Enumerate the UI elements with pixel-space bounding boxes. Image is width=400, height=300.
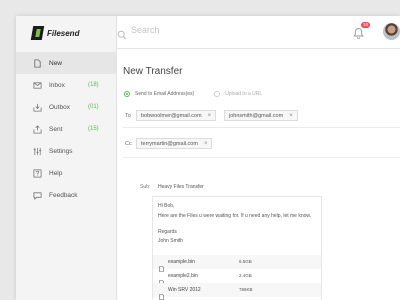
message-body[interactable]: Hi Bob, Here are the Files u were waitin…	[152, 196, 322, 300]
sidebar-item-new[interactable]: New	[16, 52, 116, 74]
notification-badge: 10	[361, 22, 370, 28]
page-title: New Transfer	[123, 66, 183, 77]
attachment-row[interactable]: example2.bin 2.4GB	[153, 269, 321, 286]
radio-email[interactable]	[124, 91, 130, 97]
sent-count: (15)	[88, 126, 99, 132]
recipient-email: johnsmith@gmail.com	[229, 112, 284, 119]
sidebar-item-label: Inbox	[49, 81, 65, 89]
topbar: 10	[117, 16, 400, 49]
file-icon	[159, 259, 164, 272]
app-window: Filesend New Inbox (18) Outbox (01) Sent…	[16, 16, 400, 300]
sidebar-item-label: Help	[49, 169, 63, 177]
body-line: John Smith	[158, 238, 184, 244]
remove-recipient-icon[interactable]: ×	[289, 113, 293, 119]
sidebar-item-label: Outbox	[49, 103, 70, 111]
attachment-size: 6.5GB	[239, 259, 252, 264]
sidebar-item-label: Settings	[49, 147, 73, 155]
sidebar-item-label: Sent	[49, 125, 63, 133]
body-line: Hi Bob,	[158, 203, 175, 209]
search-icon[interactable]	[117, 27, 127, 40]
attachment-name: Win SRV 2012	[168, 287, 201, 293]
divider	[123, 157, 400, 158]
cc-chip[interactable]: terrymartin@gmail.com ×	[136, 138, 213, 149]
help-icon	[33, 168, 42, 178]
cc-email: terrymartin@gmail.com	[141, 140, 198, 147]
sidebar-nav: New Inbox (18) Outbox (01) Sent (15) Set…	[16, 52, 116, 206]
new-file-icon	[33, 58, 42, 68]
sidebar: Filesend New Inbox (18) Outbox (01) Sent…	[16, 16, 117, 300]
remove-recipient-icon[interactable]: ×	[208, 113, 212, 119]
logo-text: Filesend	[47, 28, 80, 38]
to-label: To	[125, 113, 131, 119]
sidebar-item-outbox[interactable]: Outbox (01)	[16, 96, 116, 118]
inbox-icon	[33, 81, 42, 90]
attachment-size: 786KB	[239, 287, 253, 292]
inbox-count: (18)	[88, 82, 99, 88]
subject-input[interactable]: Heavy Files Transfer	[158, 184, 204, 190]
sent-icon	[33, 124, 42, 134]
avatar[interactable]	[383, 23, 400, 40]
feedback-icon	[33, 191, 42, 200]
divider	[123, 127, 400, 128]
outbox-icon	[33, 103, 42, 112]
radio-url-option[interactable]: Upload to a URL	[214, 91, 262, 97]
attachment-name: example2.bin	[168, 273, 198, 279]
body-line: Regards	[158, 229, 177, 235]
sliders-icon	[33, 147, 42, 156]
file-icon	[159, 287, 164, 300]
attachment-row[interactable]: example.bin 6.5GB	[153, 255, 321, 272]
subject-label: Sub:	[140, 184, 151, 190]
radio-url[interactable]	[214, 91, 221, 97]
file-icon	[159, 273, 164, 286]
radio-url-label[interactable]: Upload to a URL	[225, 91, 262, 97]
send-mode-options: Send to Email Address(es) Upload to a UR…	[124, 91, 262, 97]
outbox-count: (01)	[88, 104, 99, 110]
attachment-size: 2.4GB	[239, 273, 252, 278]
recipient-chip[interactable]: bobwoolmer@gmail.com ×	[136, 110, 217, 121]
sidebar-item-help[interactable]: Help	[16, 162, 116, 184]
sidebar-item-label: Feedback	[49, 191, 78, 199]
recipient-chip[interactable]: johnsmith@gmail.com ×	[224, 110, 298, 121]
sidebar-item-label: New	[49, 59, 63, 67]
remove-cc-icon[interactable]: ×	[204, 141, 208, 147]
sidebar-item-feedback[interactable]: Feedback	[16, 184, 116, 206]
recipient-email: bobwoolmer@gmail.com	[141, 112, 202, 119]
search-input[interactable]	[131, 25, 311, 35]
cc-label: Cc	[125, 141, 132, 147]
sidebar-item-inbox[interactable]: Inbox (18)	[16, 74, 116, 96]
compose-panel: New Transfer Send to Email Address(es) U…	[117, 49, 400, 300]
attachment-row[interactable]: Win SRV 2012 786KB	[153, 283, 321, 300]
sidebar-item-settings[interactable]: Settings	[16, 140, 116, 162]
attachment-name: example.bin	[168, 259, 195, 265]
body-line: Here are the Files u were waiting for. I…	[158, 213, 312, 219]
sidebar-item-sent[interactable]: Sent (15)	[16, 118, 116, 140]
radio-email-label[interactable]: Send to Email Address(es)	[135, 91, 194, 97]
logo-icon	[30, 26, 45, 40]
app-logo[interactable]: Filesend	[30, 24, 80, 42]
